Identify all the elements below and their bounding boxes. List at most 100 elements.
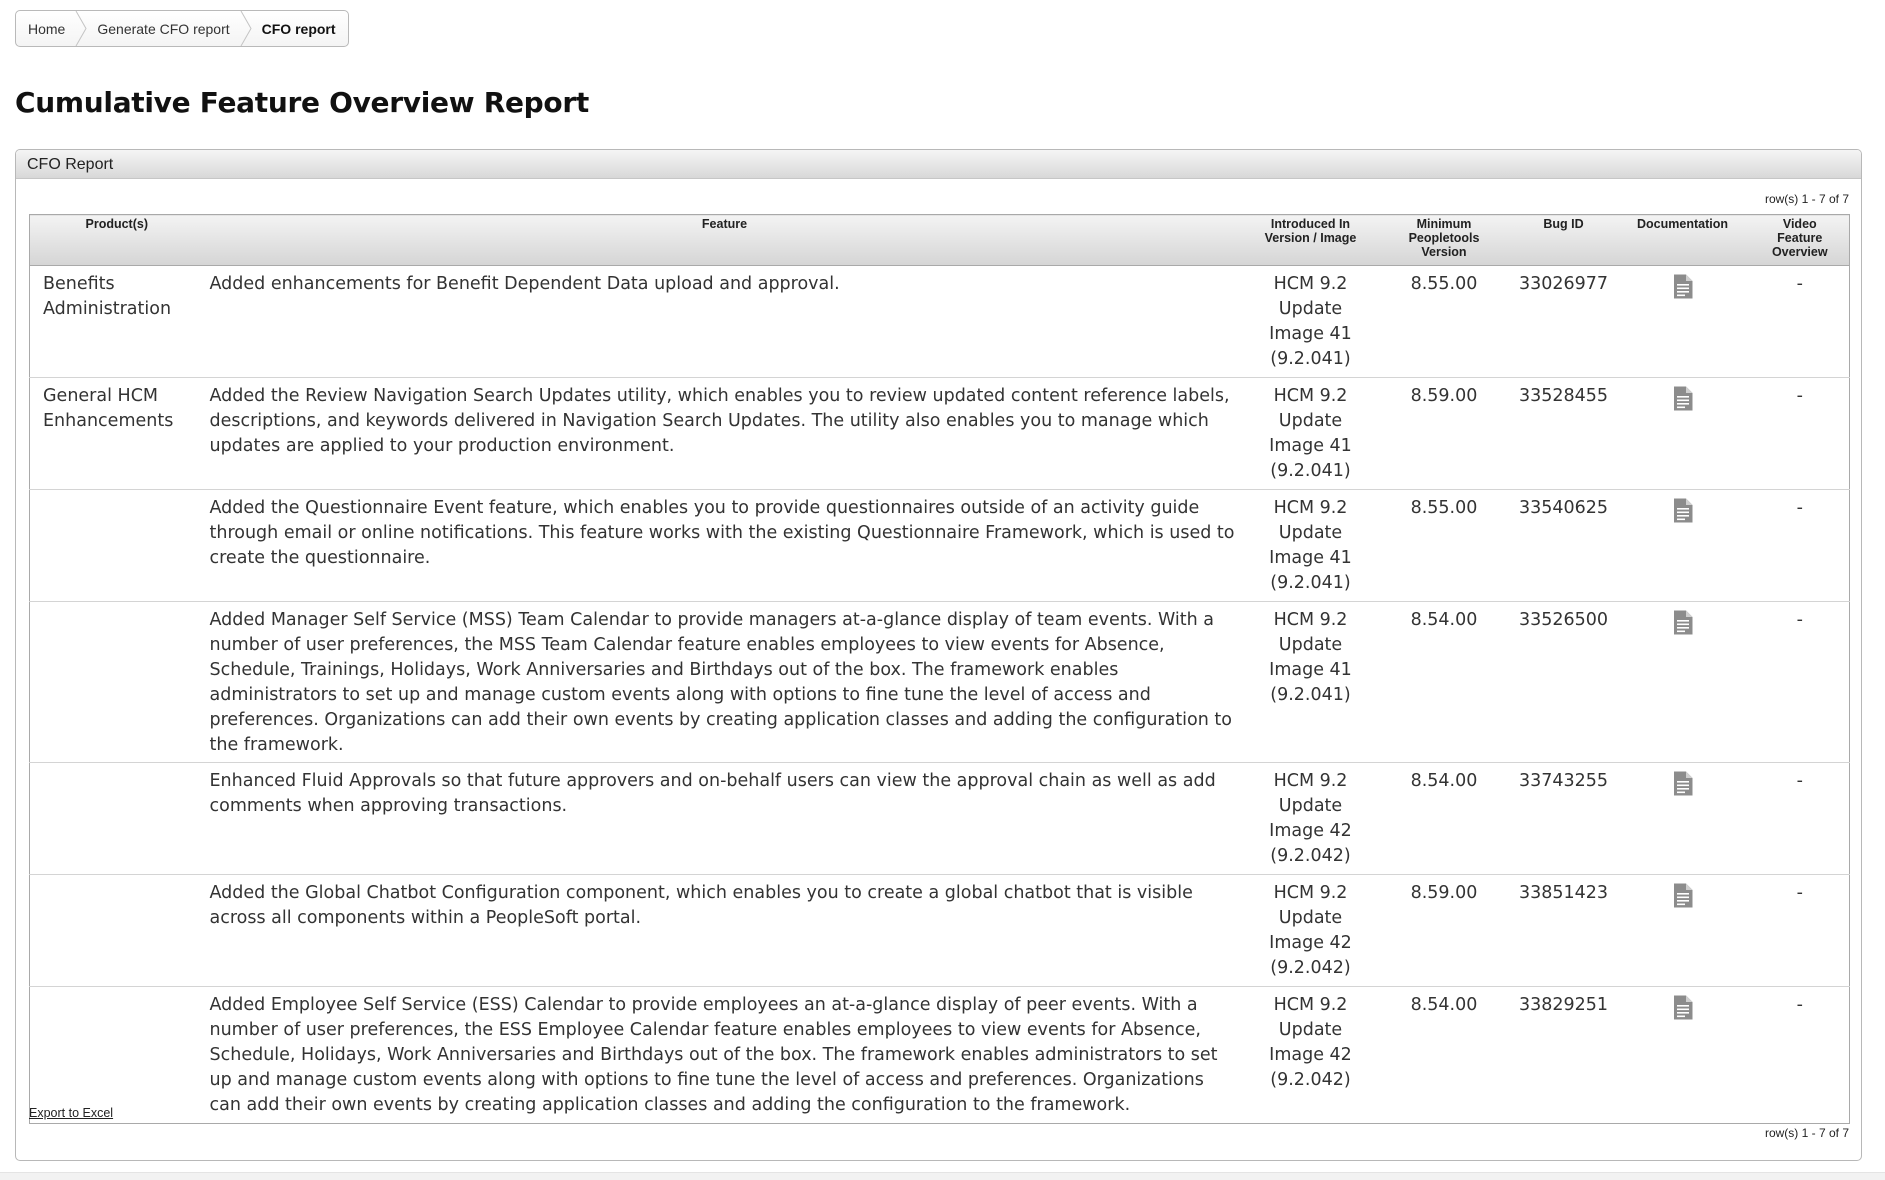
- introduced-version-line: HCM 9.2: [1273, 386, 1348, 406]
- introduced-version-line: HCM 9.2: [1273, 610, 1348, 630]
- introduced-version-line: Image 41: [1269, 548, 1352, 568]
- cell-feature: Added Employee Self Service (ESS) Calend…: [209, 995, 1218, 1115]
- document-icon[interactable]: [1673, 274, 1693, 307]
- introduced-version-line: (9.2.042): [1270, 1070, 1351, 1090]
- introduced-version-line: (9.2.041): [1270, 685, 1351, 705]
- cell-feature: Added the Questionnaire Event feature, w…: [203, 489, 1246, 602]
- column-header-min-pt-line2: Peopletools: [1408, 231, 1480, 245]
- cell-min-peopletools: 8.59.00: [1375, 377, 1513, 490]
- introduced-version-line: (9.2.041): [1270, 461, 1351, 481]
- cell-documentation: [1614, 489, 1751, 602]
- cell-video-overview: -: [1750, 265, 1850, 378]
- cell-video-overview: -: [1750, 874, 1850, 987]
- introduced-version-line: Update: [1278, 411, 1343, 431]
- cell-bug-id: 33540625: [1512, 489, 1615, 602]
- table-row: Added the Global Chatbot Configuration c…: [29, 874, 1850, 987]
- introduced-version-line: HCM 9.2: [1273, 498, 1348, 518]
- introduced-version-line: Image 41: [1269, 324, 1352, 344]
- cell-introduced-version: HCM 9.2 Update Image 42 (9.2.042): [1245, 874, 1376, 987]
- export-to-excel-link[interactable]: Export to Excel: [29, 1106, 113, 1120]
- cell-min-peopletools: 8.55.00: [1375, 265, 1513, 378]
- column-header-bug-id: Bug ID: [1512, 214, 1615, 266]
- column-header-video-line2: Feature: [1777, 231, 1823, 245]
- table-row: Benefits Administration Added enhancements…: [29, 265, 1850, 378]
- cell-min-peopletools: 8.54.00: [1410, 995, 1478, 1015]
- breadcrumb-generate-label[interactable]: Generate CFO report: [97, 21, 229, 37]
- cell-feature: Added the Review Navigation Search Updat…: [203, 377, 1246, 490]
- row-count-bottom: row(s) 1 - 7 of 7: [1764, 1126, 1849, 1140]
- cell-product: [29, 601, 204, 763]
- cell-feature: Added enhancements for Benefit Dependent…: [203, 265, 1246, 378]
- introduced-version-line: (9.2.041): [1270, 349, 1351, 369]
- cell-product: General HCM Enhancements: [29, 377, 204, 490]
- document-icon[interactable]: [1673, 883, 1693, 916]
- product-name-line: Administration: [43, 299, 172, 319]
- table-row: General HCM Enhancements Added the Review …: [29, 377, 1850, 490]
- cell-product: [29, 489, 204, 602]
- introduced-version-line: Image 42: [1269, 821, 1352, 841]
- cell-bug-id: 33829251: [1518, 995, 1609, 1015]
- column-header-min-peopletools: Minimum Peopletools Version: [1375, 214, 1513, 266]
- breadcrumb-cfo-report: CFO report: [262, 11, 336, 46]
- introduced-version-line: Image 41: [1269, 660, 1352, 680]
- cell-video-overview: -: [1796, 995, 1803, 1015]
- column-header-video: Video Feature Overview: [1750, 214, 1850, 266]
- document-icon[interactable]: [1673, 995, 1693, 1028]
- breadcrumb-separator-icon: [75, 11, 87, 46]
- cell-documentation: [1614, 377, 1751, 490]
- document-icon[interactable]: [1673, 498, 1693, 531]
- introduced-version-line: HCM 9.2: [1273, 771, 1348, 791]
- page-title: Cumulative Feature Overview Report: [15, 86, 589, 119]
- cell-documentation: [1614, 265, 1751, 378]
- cell-documentation: [1615, 987, 1751, 1124]
- cell-feature: Added the Global Chatbot Configuration c…: [203, 874, 1246, 987]
- introduced-version-line: Image 42: [1269, 1045, 1352, 1065]
- panel-title: CFO Report: [16, 150, 1861, 179]
- introduced-version-line: Update: [1278, 1020, 1343, 1040]
- cell-documentation: [1614, 601, 1751, 763]
- cell-feature: Enhanced Fluid Approvals so that future …: [203, 762, 1246, 875]
- cell-product: [30, 987, 204, 1124]
- document-icon[interactable]: [1673, 386, 1693, 419]
- cell-introduced-version: HCM 9.2 Update Image 41 (9.2.041): [1245, 601, 1376, 763]
- introduced-version-line: (9.2.041): [1270, 573, 1351, 593]
- cell-product: Benefits Administration: [29, 265, 204, 378]
- document-icon[interactable]: [1673, 771, 1693, 804]
- document-icon[interactable]: [1673, 610, 1693, 643]
- column-header-video-line1: Video: [1782, 217, 1817, 231]
- introduced-version-line: HCM 9.2: [1273, 883, 1348, 903]
- introduced-version-line: Update: [1278, 908, 1343, 928]
- column-header-products: Product(s): [29, 214, 204, 266]
- cell-bug-id: 33026977: [1512, 265, 1615, 378]
- product-name-line: Benefits: [43, 274, 115, 294]
- breadcrumb-current-label: CFO report: [261, 20, 336, 37]
- cell-feature: Added Manager Self Service (MSS) Team Ca…: [203, 601, 1246, 763]
- product-name-line: General HCM: [43, 386, 159, 406]
- column-header-video-line3: Overview: [1771, 245, 1828, 259]
- introduced-version-line: Update: [1278, 635, 1343, 655]
- product-name-line: Enhancements: [43, 411, 174, 431]
- breadcrumb-generate-cfo-report[interactable]: Generate CFO report: [97, 11, 229, 46]
- cell-introduced-version: HCM 9.2 Update Image 41 (9.2.041): [1245, 265, 1376, 378]
- table-row: Enhanced Fluid Approvals so that future …: [29, 762, 1850, 875]
- table-row: Added Employee Self Service (ESS) Calend…: [30, 987, 1850, 1124]
- cell-min-peopletools: 8.59.00: [1375, 874, 1513, 987]
- introduced-version-line: HCM 9.2: [1273, 995, 1348, 1015]
- introduced-version-line: Image 41: [1269, 436, 1352, 456]
- cell-product: [29, 762, 204, 875]
- cfo-report-panel: CFO Report row(s) 1 - 7 of 7 Product(s) …: [15, 149, 1862, 1161]
- cfo-report-table: Product(s) Feature Introduced In Version…: [29, 214, 1850, 1124]
- breadcrumb-separator-icon: [240, 11, 252, 46]
- introduced-version-line: Update: [1278, 299, 1343, 319]
- column-header-min-pt-line1: Minimum: [1416, 217, 1472, 231]
- cell-introduced-version: HCM 9.2 Update Image 42 (9.2.042): [1245, 762, 1376, 875]
- introduced-version-line: Update: [1278, 523, 1343, 543]
- breadcrumb-home-label[interactable]: Home: [28, 21, 65, 37]
- column-header-introduced: Introduced In Version / Image: [1245, 214, 1376, 266]
- cell-bug-id: 33528455: [1512, 377, 1615, 490]
- breadcrumb: Home Generate CFO report CFO report: [15, 10, 349, 47]
- introduced-version-line: HCM 9.2: [1273, 274, 1348, 294]
- breadcrumb-home[interactable]: Home: [28, 11, 65, 46]
- cell-video-overview: -: [1750, 762, 1850, 875]
- cell-bug-id: 33743255: [1512, 762, 1615, 875]
